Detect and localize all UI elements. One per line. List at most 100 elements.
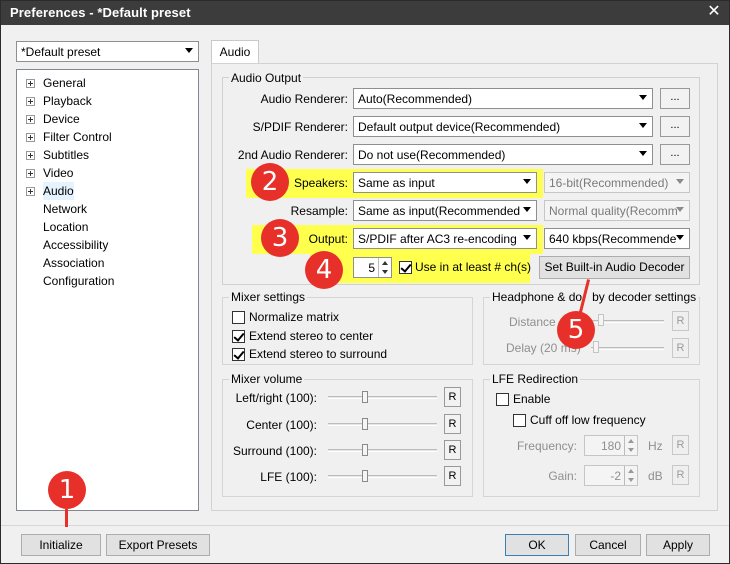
spdif-renderer-label: S/PDIF Renderer: [252,120,348,134]
surround-slider[interactable] [328,449,437,452]
delay-thumb[interactable] [593,341,599,353]
initialize-button[interactable]: Initialize [21,534,101,556]
audio-renderer-combo[interactable]: Auto(Recommended) [353,88,653,109]
audio-renderer-more-button[interactable]: ... [660,88,690,109]
spdif-renderer-combo[interactable]: Default output device(Recommended) [353,116,653,137]
spinner-arrows-icon[interactable] [624,466,637,485]
normalize-checkbox[interactable] [232,311,245,324]
quality-combo[interactable]: Normal quality(Recomm [544,200,690,221]
left-right-thumb[interactable] [362,391,368,403]
expand-icon[interactable] [26,187,35,196]
cutoff-label: Cuff off low frequency [530,413,646,427]
second-renderer-label: 2nd Audio Renderer: [237,148,348,162]
distance-reset-button[interactable]: R [672,311,689,331]
left-right-slider[interactable] [328,396,437,399]
close-icon[interactable]: ✕ [705,3,723,21]
center-reset-button[interactable]: R [444,414,461,434]
cutoff-checkbox[interactable] [513,414,526,427]
gain-spinner[interactable]: -2 [584,465,638,486]
bitdepth-value: 16-bit(Recommended) [549,176,669,190]
mixer-settings-title: Mixer settings [229,290,308,304]
output-combo[interactable]: S/PDIF after AC3 re-encoding [353,228,537,249]
expand-icon[interactable] [26,97,35,106]
audio-output-title: Audio Output [229,71,304,85]
gain-value: -2 [610,469,621,483]
use-channels-label: Use in at least # ch(s) [415,260,532,274]
chevron-down-icon [676,207,684,212]
surround-thumb[interactable] [362,444,368,456]
chevron-down-icon [523,235,531,240]
set-decoder-button[interactable]: Set Built-in Audio Decoder [539,256,690,279]
apply-button[interactable]: Apply [646,534,710,556]
annotation-badge-4: 4 [305,251,343,289]
frequency-spinner[interactable]: 180 [584,435,638,456]
spinner-arrows-icon[interactable] [378,258,391,277]
surround-reset-button[interactable]: R [444,440,461,460]
spdif-renderer-more-button[interactable]: ... [660,116,690,137]
center-slider[interactable] [328,423,437,426]
tree-item-label: Accessibility [43,238,109,252]
use-channels-checkbox[interactable] [399,261,412,274]
expand-icon[interactable] [26,151,35,160]
speakers-combo[interactable]: Same as input [353,172,537,193]
annotation-badge-1: 1 [48,471,86,509]
chevron-down-icon [639,123,647,128]
lfe-enable-label: Enable [513,392,551,406]
frequency-reset-button[interactable]: R [672,435,689,455]
delay-slider[interactable] [591,347,664,350]
audio-renderer-value: Auto(Recommended) [358,92,473,106]
expand-icon[interactable] [26,133,35,142]
tree-item-label: Video [43,166,74,180]
tab-audio[interactable]: Audio [211,40,259,64]
distance-thumb[interactable] [598,314,604,326]
channels-spinner[interactable]: 5 [353,257,392,278]
lfe-reset-button[interactable]: R [444,466,461,486]
spinner-arrows-icon[interactable] [624,436,637,455]
bitdepth-combo[interactable]: 16-bit(Recommended) [544,172,690,193]
bitrate-combo[interactable]: 640 kbps(Recommende [544,228,690,249]
surround-label: Surround (100): [232,444,317,458]
second-renderer-combo[interactable]: Do not use(Recommended) [353,144,653,165]
preset-combo[interactable]: *Default preset [16,41,199,62]
center-label: Center (100): [246,418,317,432]
second-renderer-more-button[interactable]: ... [660,144,690,165]
extend-surround-checkbox[interactable] [232,348,245,361]
normalize-label: Normalize matrix [249,310,340,324]
extend-surround-label: Extend stereo to surround [249,347,388,361]
tree-item-label: Audio [43,182,74,200]
export-presets-button[interactable]: Export Presets [106,534,210,556]
tree-item-label: General [43,76,86,90]
tree-item-label: Network [43,202,88,216]
left-right-reset-button[interactable]: R [444,387,461,407]
channels-value: 5 [368,261,375,275]
chevron-down-icon [639,95,647,100]
lfe-label: LFE (100): [260,470,317,484]
category-tree[interactable]: General Playback Device Filter Control Subti… [16,69,199,511]
resample-label: Resample: [290,204,348,218]
chevron-down-icon [676,179,684,184]
gain-reset-button[interactable]: R [672,465,689,485]
extend-center-label: Extend stereo to center [249,329,374,343]
resample-combo[interactable]: Same as input(Recommended [353,200,537,221]
cancel-button[interactable]: Cancel [575,534,641,556]
ok-button[interactable]: OK [505,534,569,556]
extend-center-checkbox[interactable] [232,330,245,343]
center-thumb[interactable] [362,418,368,430]
lfe-enable-checkbox[interactable] [496,393,509,406]
annotation-badge-3: 3 [261,219,299,257]
tree-item-label: Filter Control [43,130,112,144]
lfe-thumb[interactable] [362,470,368,482]
tree-item-label: Association [43,256,105,270]
preferences-window: Preferences - *Default preset ✕ *Default… [0,0,730,564]
left-right-label: Left/right (100): [235,391,317,405]
expand-icon[interactable] [26,115,35,124]
delay-reset-button[interactable]: R [672,338,689,358]
chevron-down-icon [523,207,531,212]
tree-item-label: Device [43,112,80,126]
expand-icon[interactable] [26,79,35,88]
annotation-badge-5: 5 [557,311,595,349]
expand-icon[interactable] [26,169,35,178]
lfe-slider[interactable] [328,475,437,478]
chevron-down-icon [523,179,531,184]
gain-unit: dB [648,469,663,483]
